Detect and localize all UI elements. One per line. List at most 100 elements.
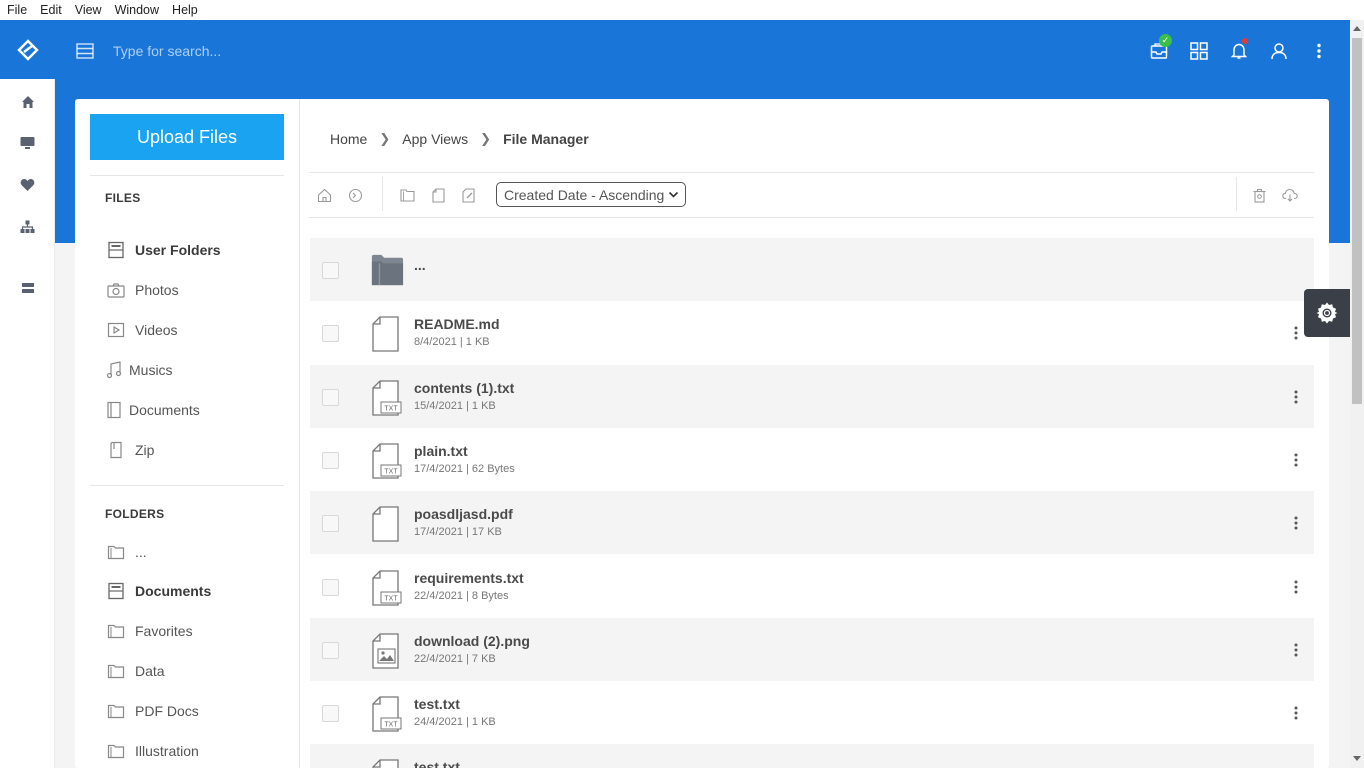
chevron-right-icon: ❯: [379, 131, 391, 146]
folders-item-documents[interactable]: Documents: [105, 579, 211, 603]
row-checkbox[interactable]: [322, 642, 339, 659]
scroll-down-icon[interactable]: [1353, 756, 1361, 761]
svg-text:TXT: TXT: [384, 406, 398, 413]
toolbar-separator: [1236, 177, 1237, 211]
row-checkbox[interactable]: [322, 452, 339, 469]
toolbar-new-file-button[interactable]: [429, 185, 447, 205]
file-name[interactable]: plain.txt: [414, 443, 468, 459]
file-row[interactable]: test.txt: [310, 744, 1314, 768]
sort-select[interactable]: Created Date - Ascending: [496, 182, 686, 207]
row-checkbox[interactable]: [322, 515, 339, 532]
breadcrumb-app-views[interactable]: App Views: [402, 131, 468, 147]
nav-sitemap[interactable]: [0, 217, 55, 237]
file-name[interactable]: README.md: [414, 316, 500, 332]
kebab-icon: [1294, 390, 1298, 404]
app-logo[interactable]: [0, 20, 55, 79]
row-menu-button[interactable]: [1288, 703, 1304, 723]
toolbar-download-button[interactable]: [1281, 185, 1299, 205]
sort-select-value: Created Date - Ascending: [504, 186, 665, 203]
row-checkbox[interactable]: [322, 262, 339, 279]
file-row[interactable]: TXT plain.txt 17/4/2021 | 62 Bytes: [310, 428, 1314, 491]
file-row[interactable]: TXT test.txt 24/4/2021 | 1 KB: [310, 681, 1314, 744]
row-checkbox[interactable]: [322, 389, 339, 406]
menu-help[interactable]: Help: [165, 3, 204, 17]
file-name[interactable]: test.txt: [414, 759, 460, 768]
files-item-documents[interactable]: Documents: [105, 398, 200, 422]
menu-edit[interactable]: Edit: [33, 3, 68, 17]
file-row[interactable]: TXT requirements.txt 22/4/2021 | 8 Bytes: [310, 555, 1314, 618]
file-name[interactable]: ...: [414, 257, 426, 273]
file-row[interactable]: TXT contents (1).txt 15/4/2021 | 1 KB: [310, 365, 1314, 428]
inbox-button[interactable]: ✓: [1148, 34, 1172, 62]
user-folder-icon: [105, 581, 127, 601]
toolbar-rename-button[interactable]: [460, 185, 478, 205]
row-menu-button[interactable]: [1288, 577, 1304, 597]
row-menu-button[interactable]: [1288, 387, 1304, 407]
user-folder-icon: [105, 240, 127, 260]
menu-file[interactable]: File: [0, 3, 33, 17]
files-item-musics[interactable]: Musics: [105, 358, 173, 382]
txt-file-icon: TXT: [372, 380, 402, 416]
search-input[interactable]: [113, 40, 413, 62]
row-checkbox[interactable]: [322, 705, 339, 722]
nav-home[interactable]: [0, 92, 55, 112]
menu-view[interactable]: View: [68, 3, 108, 17]
kebab-icon: [1294, 706, 1298, 720]
folders-item-illustration[interactable]: Illustration: [105, 739, 199, 763]
folders-item-favorites[interactable]: Favorites: [105, 619, 193, 643]
more-options-button[interactable]: [1308, 40, 1330, 62]
folders-item-pdf-docs[interactable]: PDF Docs: [105, 699, 199, 723]
bell-icon: [1230, 43, 1248, 59]
check-badge-icon: ✓: [1159, 34, 1172, 47]
folders-item-parent[interactable]: ...: [105, 540, 147, 564]
toolbar-home-button[interactable]: [315, 185, 333, 205]
file-row[interactable]: poasdljasd.pdf 17/4/2021 | 17 KB: [310, 491, 1314, 554]
file-row[interactable]: download (2).png 22/4/2021 | 7 KB: [310, 618, 1314, 681]
folders-item-data[interactable]: Data: [105, 659, 165, 683]
row-menu-button[interactable]: [1288, 513, 1304, 533]
row-menu-button[interactable]: [1288, 450, 1304, 470]
folders-item-label: PDF Docs: [135, 703, 199, 719]
nav-dashboard[interactable]: [0, 133, 55, 153]
row-checkbox[interactable]: [322, 325, 339, 342]
file-row[interactable]: README.md 8/4/2021 | 1 KB: [310, 301, 1314, 364]
svg-text:TXT: TXT: [384, 469, 398, 476]
svg-text:TXT: TXT: [384, 596, 398, 603]
profile-button[interactable]: [1268, 40, 1290, 62]
svg-text:TXT: TXT: [384, 722, 398, 729]
toolbar-refresh-button[interactable]: [346, 185, 364, 205]
menu-window[interactable]: Window: [108, 3, 165, 17]
files-item-user-folders[interactable]: User Folders: [105, 238, 221, 262]
folders-item-label: Data: [135, 663, 165, 679]
scroll-up-icon[interactable]: [1353, 26, 1361, 31]
scroll-thumb[interactable]: [1352, 38, 1362, 404]
toolbar-new-folder-button[interactable]: [398, 185, 416, 205]
files-item-videos[interactable]: Videos: [105, 318, 178, 342]
settings-float-button[interactable]: [1304, 289, 1350, 337]
files-item-photos[interactable]: Photos: [105, 278, 179, 302]
file-name[interactable]: download (2).png: [414, 633, 530, 649]
apps-button[interactable]: [1188, 40, 1210, 62]
nav-storage[interactable]: [0, 278, 55, 298]
file-name[interactable]: poasdljasd.pdf: [414, 506, 513, 522]
file-meta: 24/4/2021 | 1 KB: [414, 716, 496, 728]
row-checkbox[interactable]: [322, 579, 339, 596]
notifications-button[interactable]: [1228, 38, 1250, 62]
file-name[interactable]: test.txt: [414, 696, 460, 712]
row-menu-button[interactable]: [1288, 640, 1304, 660]
files-item-zip[interactable]: Zip: [105, 438, 154, 462]
notification-dot: [1242, 38, 1248, 44]
breadcrumb-home[interactable]: Home: [330, 131, 367, 147]
nav-favorites[interactable]: [0, 175, 55, 195]
kebab-icon: [1294, 580, 1298, 594]
file-name[interactable]: contents (1).txt: [414, 380, 514, 396]
file-outline-icon: [431, 187, 445, 203]
toolbar-delete-button[interactable]: [1250, 185, 1268, 205]
files-item-label: Photos: [135, 282, 179, 298]
menu-toggle[interactable]: [76, 43, 94, 64]
page-scrollbar[interactable]: [1350, 20, 1364, 768]
file-name[interactable]: requirements.txt: [414, 570, 524, 586]
file-row-parent-folder[interactable]: ...: [310, 238, 1314, 301]
row-menu-button[interactable]: [1288, 323, 1304, 343]
upload-files-button[interactable]: Upload Files: [90, 114, 284, 160]
